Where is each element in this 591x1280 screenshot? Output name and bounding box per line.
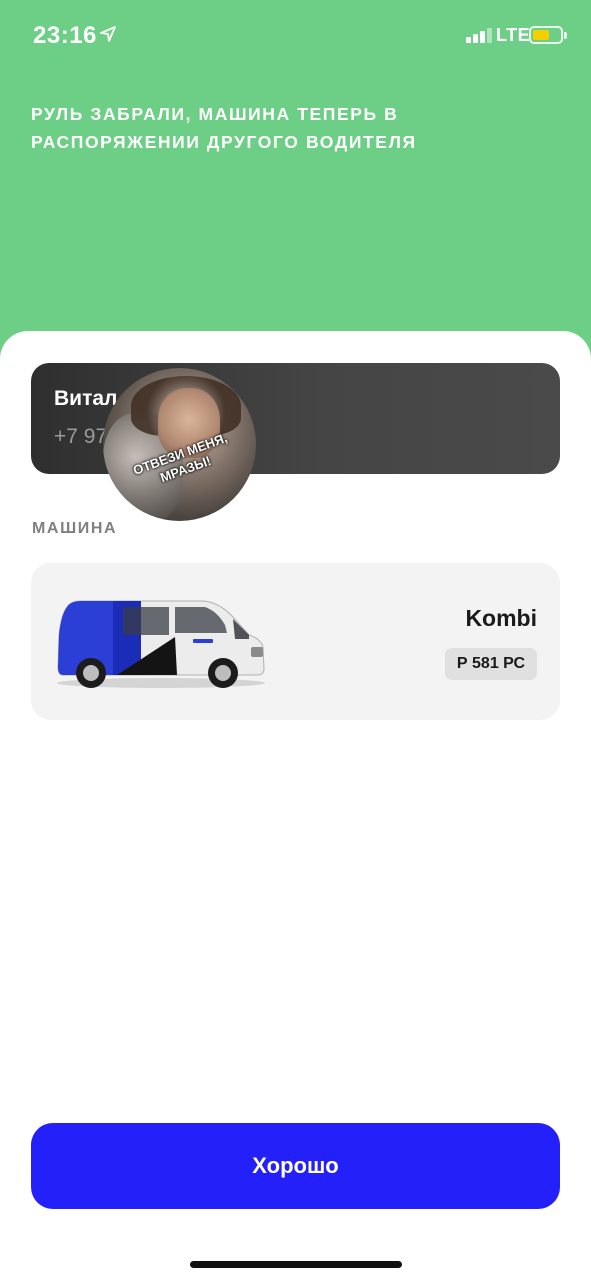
car-section-label: Машина [32, 520, 118, 537]
battery-icon [529, 26, 567, 44]
signal-bars-icon [466, 27, 492, 43]
car-card[interactable]: Kombi Р 581 РС [31, 563, 560, 720]
status-time: 23:16 [33, 22, 97, 49]
driver-avatar-sticker: ОТВЕЗИ МЕНЯ, МРАЗЫ! [103, 368, 256, 521]
status-message: Руль забрали, машина теперь в распоряжен… [31, 104, 417, 152]
network-type-label: LTE [496, 25, 531, 45]
location-arrow-icon [100, 26, 116, 42]
ok-button[interactable]: Хорошо [31, 1123, 560, 1209]
driver-name: Витал [54, 387, 118, 410]
van-image [57, 600, 265, 688]
home-indicator[interactable] [190, 1261, 402, 1268]
license-plate: Р 581 РС [444, 648, 537, 680]
status-bar: 23:16 LTE [0, 0, 591, 70]
driver-phone: +7 97 [54, 425, 108, 448]
car-model: Kombi [465, 605, 537, 631]
